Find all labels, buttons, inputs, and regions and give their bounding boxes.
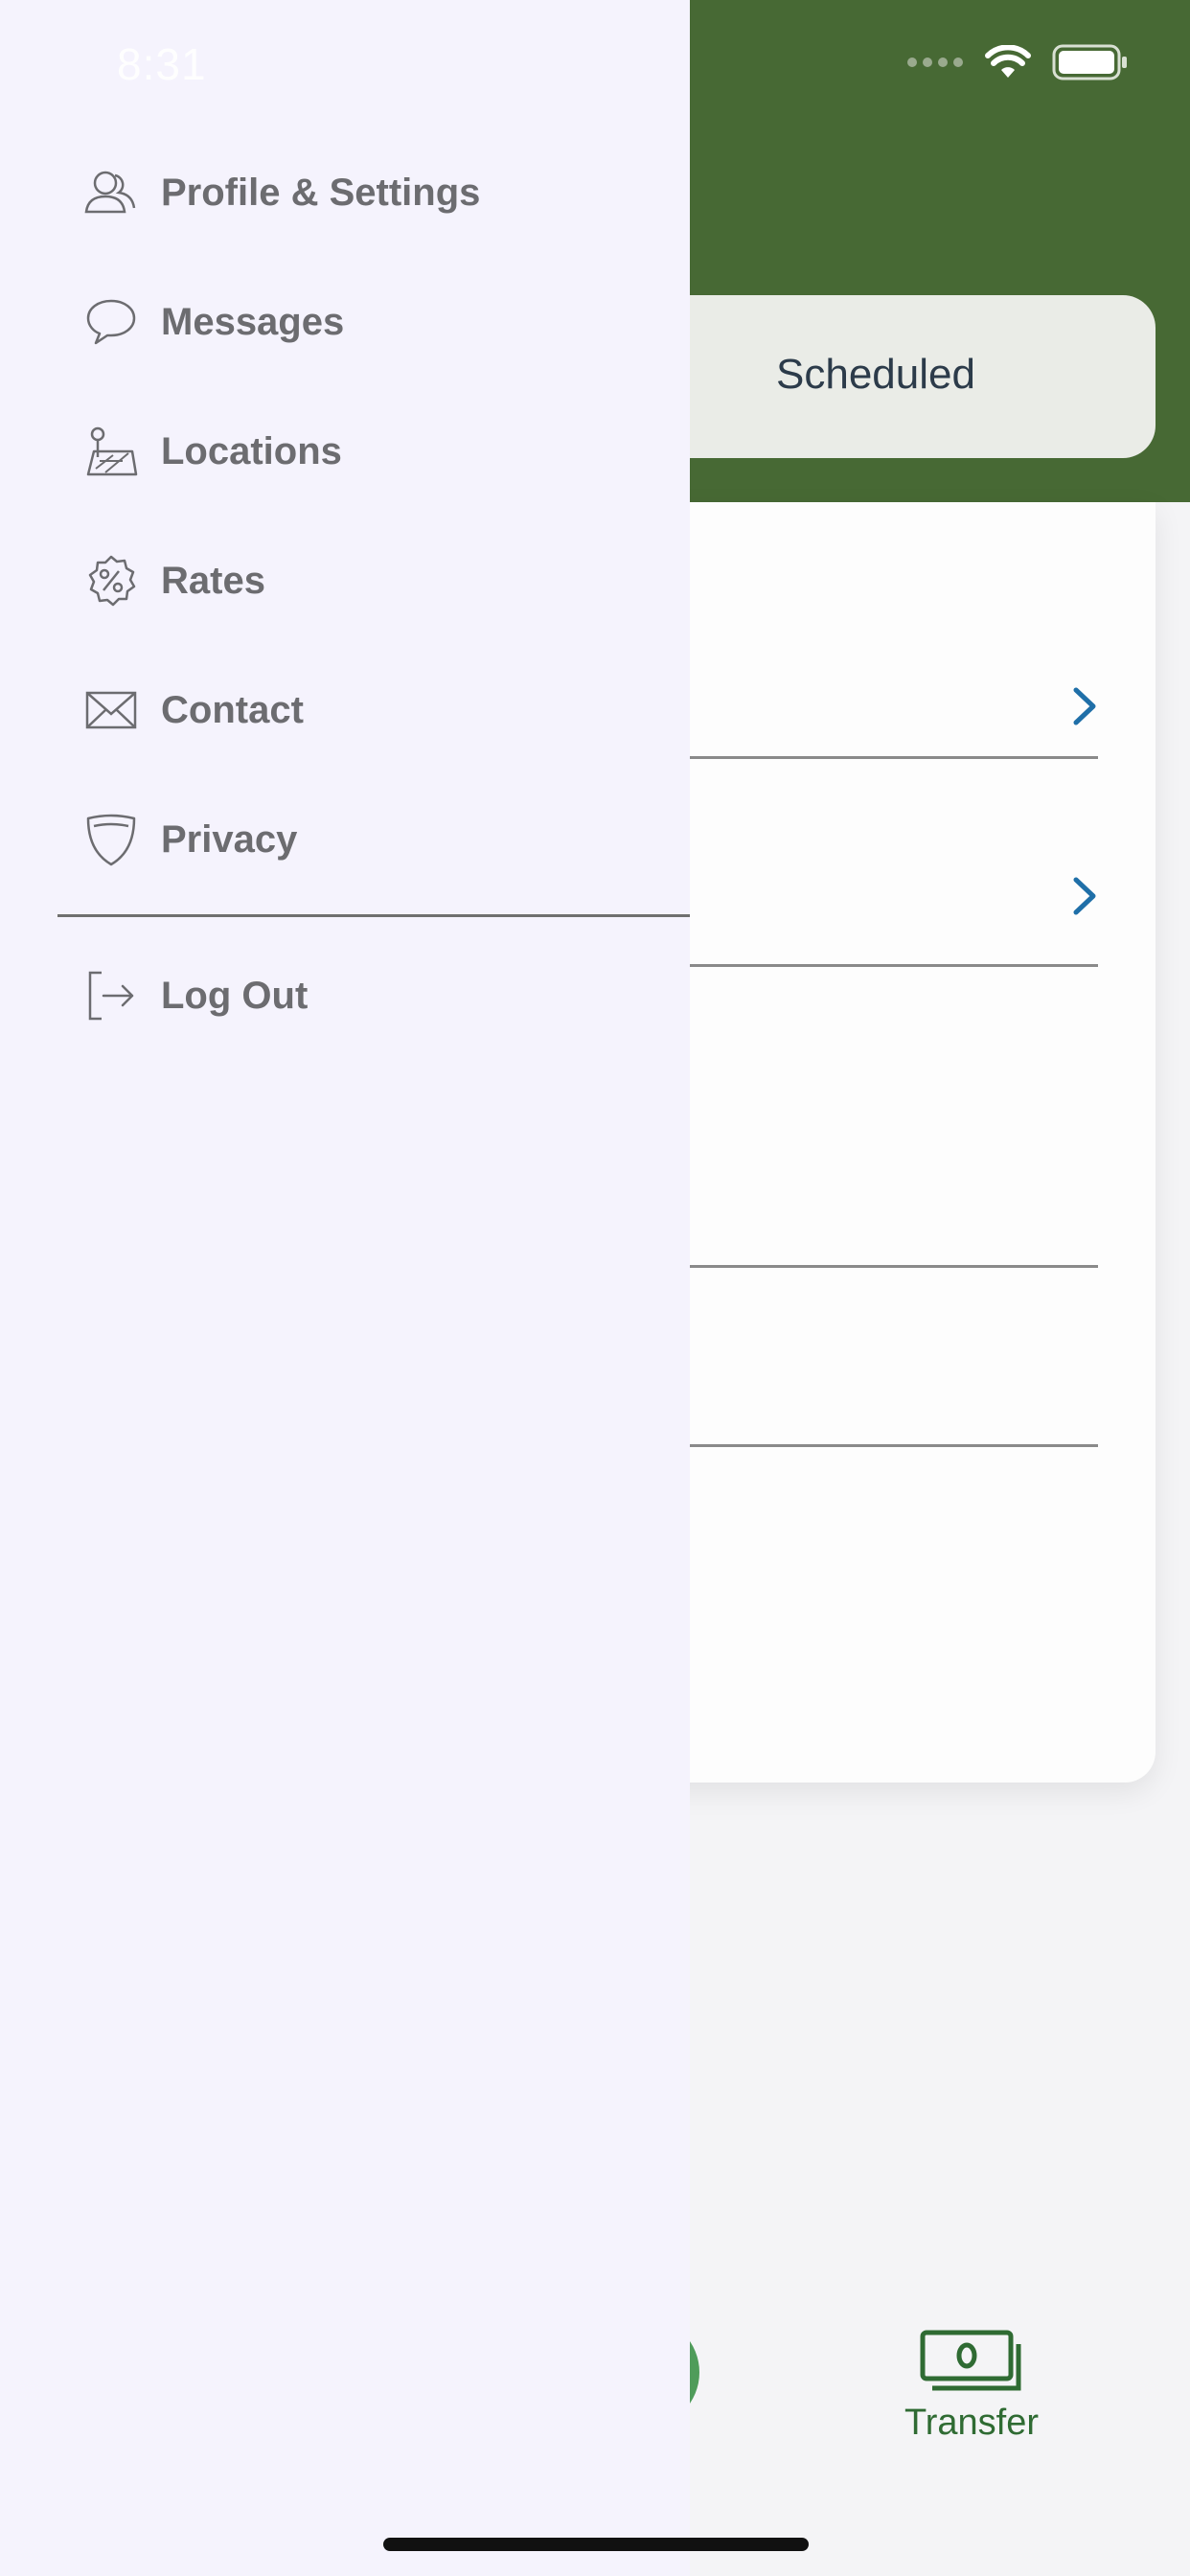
messages-icon	[84, 295, 138, 349]
rates-icon	[84, 554, 138, 608]
menu-item-profile-settings[interactable]: Profile & Settings	[84, 154, 480, 231]
money-icon	[920, 2330, 1021, 2391]
menu-item-label: Log Out	[161, 974, 309, 1017]
shield-icon	[84, 813, 138, 866]
status-time: 8:31	[117, 39, 207, 89]
menu-item-label: Messages	[161, 300, 345, 343]
battery-icon	[1052, 44, 1127, 80]
menu-item-label: Locations	[161, 429, 342, 472]
home-indicator	[383, 2538, 809, 2551]
menu-item-label: Rates	[161, 559, 265, 602]
chevron-right-icon[interactable]	[1071, 686, 1098, 726]
tab-transfer-label: Transfer	[904, 2403, 1040, 2443]
menu-item-rates[interactable]: Rates	[84, 542, 265, 619]
menu-item-locations[interactable]: Locations	[84, 413, 342, 490]
locations-icon	[84, 425, 138, 478]
menu-item-messages[interactable]: Messages	[84, 284, 344, 360]
navigation-drawer: 8:31 Profile & Settings Messages Locatio…	[0, 0, 690, 2576]
menu-item-label: Contact	[161, 688, 304, 731]
menu-item-contact[interactable]: Contact	[84, 672, 304, 748]
menu-item-logout[interactable]: Log Out	[84, 957, 308, 1034]
logout-icon	[84, 969, 138, 1023]
tab-transfer[interactable]: Transfer	[891, 2329, 1052, 2444]
menu-item-privacy[interactable]: Privacy	[84, 801, 297, 878]
menu-item-label: Profile & Settings	[161, 171, 481, 214]
chevron-right-icon[interactable]	[1071, 876, 1098, 916]
wifi-icon	[985, 45, 1031, 78]
segment-scheduled[interactable]: Scheduled	[776, 351, 975, 399]
profile-icon	[84, 166, 138, 219]
mail-icon	[84, 683, 138, 737]
menu-item-label: Privacy	[161, 817, 298, 861]
signal-icon	[907, 58, 963, 67]
status-icons	[906, 44, 1129, 80]
drawer-divider	[57, 914, 690, 917]
